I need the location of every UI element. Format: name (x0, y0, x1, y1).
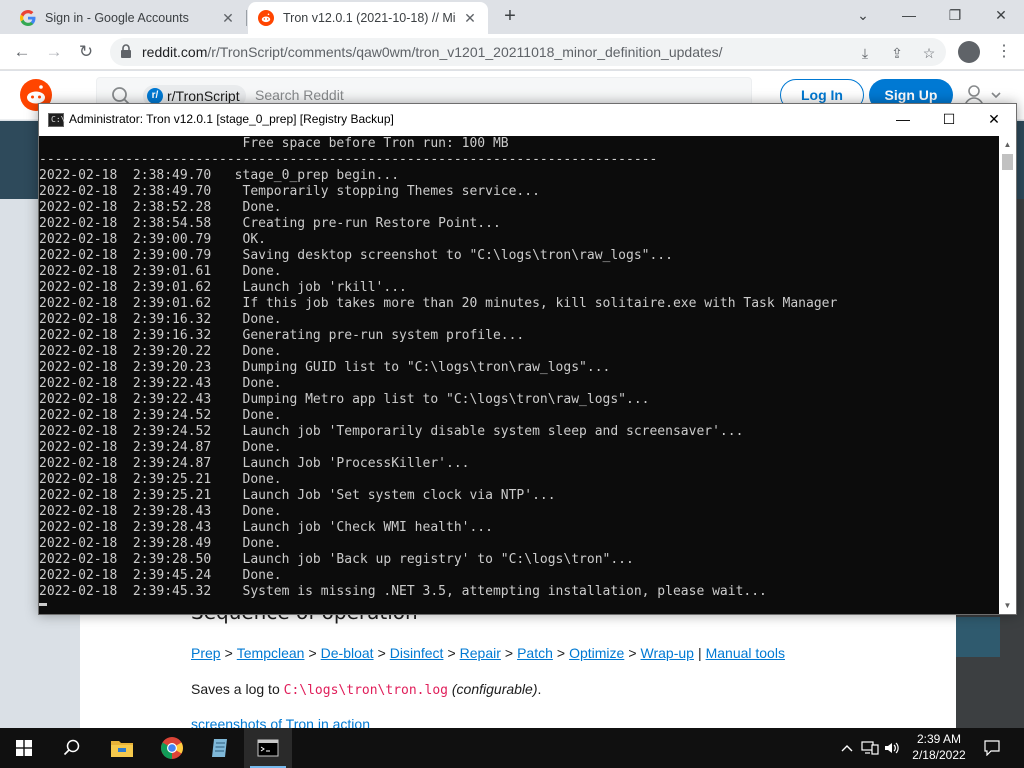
link-debloat[interactable]: De-bloat (321, 645, 374, 661)
console-scrollbar[interactable]: ▲ ▼ (999, 136, 1016, 614)
windows-start-icon[interactable] (0, 728, 48, 768)
link-patch[interactable]: Patch (517, 645, 553, 661)
link-prep[interactable]: Prep (191, 645, 221, 661)
scroll-down-icon[interactable]: ▼ (999, 597, 1016, 614)
link-repair[interactable]: Repair (460, 645, 501, 661)
search-icon[interactable] (48, 728, 96, 768)
install-icon[interactable]: ⤓ (856, 44, 874, 62)
console-line: 2022-02-18 2:39:22.43 Dumping Metro app … (39, 392, 650, 407)
tab-google-accounts[interactable]: Sign in - Google Accounts ✕ (10, 2, 246, 34)
console-line: 2022-02-18 2:39:00.79 OK. (39, 232, 266, 247)
windows-taskbar: 2:39 AM 2/18/2022 (0, 728, 1024, 768)
tab-title: Tron v12.0.1 (2021-10-18) // Min (283, 11, 456, 25)
clock-time: 2:39 AM (916, 732, 962, 746)
new-tab-button[interactable]: + (498, 5, 522, 28)
tab-divider (246, 10, 247, 26)
console-line: 2022-02-18 2:39:28.49 Done. (39, 536, 282, 551)
console-line: 2022-02-18 2:39:01.62 If this job takes … (39, 296, 838, 311)
forward-arrow-icon[interactable]: → (42, 40, 66, 64)
link-optimize[interactable]: Optimize (569, 645, 624, 661)
sidebar-widget (956, 617, 1000, 657)
console-line: 2022-02-18 2:39:24.87 Done. (39, 440, 282, 455)
close-window-icon[interactable]: ✕ (978, 0, 1024, 32)
chrome-icon[interactable] (148, 728, 196, 768)
console-line: 2022-02-18 2:39:16.32 Generating pre-run… (39, 328, 525, 343)
bookmark-star-icon[interactable]: ☆ (920, 44, 938, 62)
console-line: Free space before Tron run: 100 MB (39, 136, 509, 151)
console-line: 2022-02-18 2:39:24.52 Launch job 'Tempor… (39, 424, 744, 439)
console-line: 2022-02-18 2:38:49.70 Temporarily stoppi… (39, 184, 540, 199)
kebab-menu-icon[interactable]: ⋮ (994, 41, 1014, 63)
profile-avatar-icon[interactable] (958, 41, 980, 63)
network-icon[interactable] (860, 728, 880, 768)
notifications-icon[interactable] (980, 728, 1004, 768)
google-icon (20, 10, 36, 26)
console-line: 2022-02-18 2:39:45.24 Done. (39, 568, 282, 583)
console-line: 2022-02-18 2:39:25.21 Launch Job 'Set sy… (39, 488, 556, 503)
volume-icon[interactable] (882, 728, 902, 768)
tab-tron-reddit[interactable]: Tron v12.0.1 (2021-10-18) // Min ✕ (248, 2, 488, 34)
tab-title: Sign in - Google Accounts (45, 11, 189, 25)
notepad-icon[interactable] (196, 728, 244, 768)
console-line: 2022-02-18 2:39:24.87 Launch Job 'Proces… (39, 456, 470, 471)
address-bar[interactable]: reddit.com/r/TronScript/comments/qaw0wm/… (110, 38, 946, 66)
console-line: 2022-02-18 2:39:28.43 Launch job 'Check … (39, 520, 493, 535)
console-line: 2022-02-18 2:39:20.22 Done. (39, 344, 282, 359)
close-icon[interactable]: ✕ (462, 10, 478, 27)
console-line: 2022-02-18 2:38:52.28 Done. (39, 200, 282, 215)
console-line: 2022-02-18 2:39:20.23 Dumping GUID list … (39, 360, 611, 375)
restore-icon[interactable]: ❐ (932, 0, 978, 32)
console-line: ----------------------------------------… (39, 152, 658, 167)
console-window[interactable]: C:\ Administrator: Tron v12.0.1 [stage_0… (38, 103, 1017, 615)
console-line: 2022-02-18 2:39:16.32 Done. (39, 312, 282, 327)
console-line: 2022-02-18 2:39:24.52 Done. (39, 408, 282, 423)
link-wrapup[interactable]: Wrap-up (641, 645, 694, 661)
subreddit-chip-label: r/TronScript (167, 88, 240, 104)
scroll-thumb[interactable] (1002, 154, 1013, 170)
browser-tab-bar: Sign in - Google Accounts ✕ Tron v12.0.1… (0, 0, 1024, 34)
link-tempclean[interactable]: Tempclean (237, 645, 305, 661)
console-line: 2022-02-18 2:39:00.79 Saving desktop scr… (39, 248, 673, 263)
show-hidden-icons-chevron-icon[interactable] (838, 728, 856, 768)
console-line: 2022-02-18 2:39:45.32 System is missing … (39, 584, 767, 599)
console-line: 2022-02-18 2:39:25.21 Done. (39, 472, 282, 487)
console-line: 2022-02-18 2:39:01.62 Launch job 'rkill'… (39, 280, 407, 295)
log-location-text: Saves a log to C:\logs\tron\tron.log (co… (191, 681, 542, 698)
console-line: 2022-02-18 2:39:28.50 Launch job 'Back u… (39, 552, 634, 567)
console-output[interactable]: Free space before Tron run: 100 MB ------… (39, 136, 999, 614)
back-arrow-icon[interactable]: ← (10, 40, 34, 64)
console-line: 2022-02-18 2:38:49.70 stage_0_prep begin… (39, 168, 400, 183)
log-path-code: C:\logs\tron\tron.log (283, 683, 448, 698)
minimize-icon[interactable]: — (886, 0, 932, 32)
close-icon[interactable]: ✕ (220, 10, 236, 27)
sequence-links: Prep > Tempclean > De-bloat > Disinfect > Repair… (191, 645, 785, 661)
reddit-icon (258, 10, 274, 26)
console-line: 2022-02-18 2:39:01.61 Done. (39, 264, 282, 279)
url-text: reddit.com/r/TronScript/comments/qaw0wm/… (142, 44, 723, 60)
console-line: 2022-02-18 2:38:54.58 Creating pre-run R… (39, 216, 501, 231)
search-placeholder: Search Reddit (255, 87, 344, 103)
file-explorer-icon[interactable] (98, 728, 146, 768)
console-minimize-icon[interactable]: — (880, 104, 926, 136)
link-disinfect[interactable]: Disinfect (390, 645, 444, 661)
console-line: 2022-02-18 2:39:22.43 Done. (39, 376, 282, 391)
console-titlebar[interactable]: C:\ Administrator: Tron v12.0.1 [stage_0… (39, 104, 1016, 136)
console-close-icon[interactable]: ✕ (971, 104, 1017, 136)
tab-search-icon[interactable]: ⌄ (840, 0, 886, 32)
browser-toolbar: ← → ↻ reddit.com/r/TronScript/comments/q… (0, 34, 1024, 70)
console-icon: C:\ (48, 113, 65, 127)
share-icon[interactable]: ⇪ (888, 44, 906, 62)
scroll-up-icon[interactable]: ▲ (999, 136, 1016, 153)
console-title: Administrator: Tron v12.0.1 [stage_0_pre… (69, 112, 394, 126)
system-clock[interactable]: 2:39 AM 2/18/2022 (906, 731, 972, 763)
reload-icon[interactable]: ↻ (74, 40, 98, 64)
console-maximize-icon[interactable]: ☐ (926, 104, 972, 136)
link-manual-tools[interactable]: Manual tools (706, 645, 785, 661)
clock-date: 2/18/2022 (912, 748, 966, 762)
command-prompt-taskbar-icon[interactable] (244, 728, 292, 768)
subreddit-icon: r/ (147, 88, 163, 104)
lock-icon (120, 44, 132, 63)
console-line: 2022-02-18 2:39:28.43 Done. (39, 504, 282, 519)
console-cursor (39, 603, 47, 606)
